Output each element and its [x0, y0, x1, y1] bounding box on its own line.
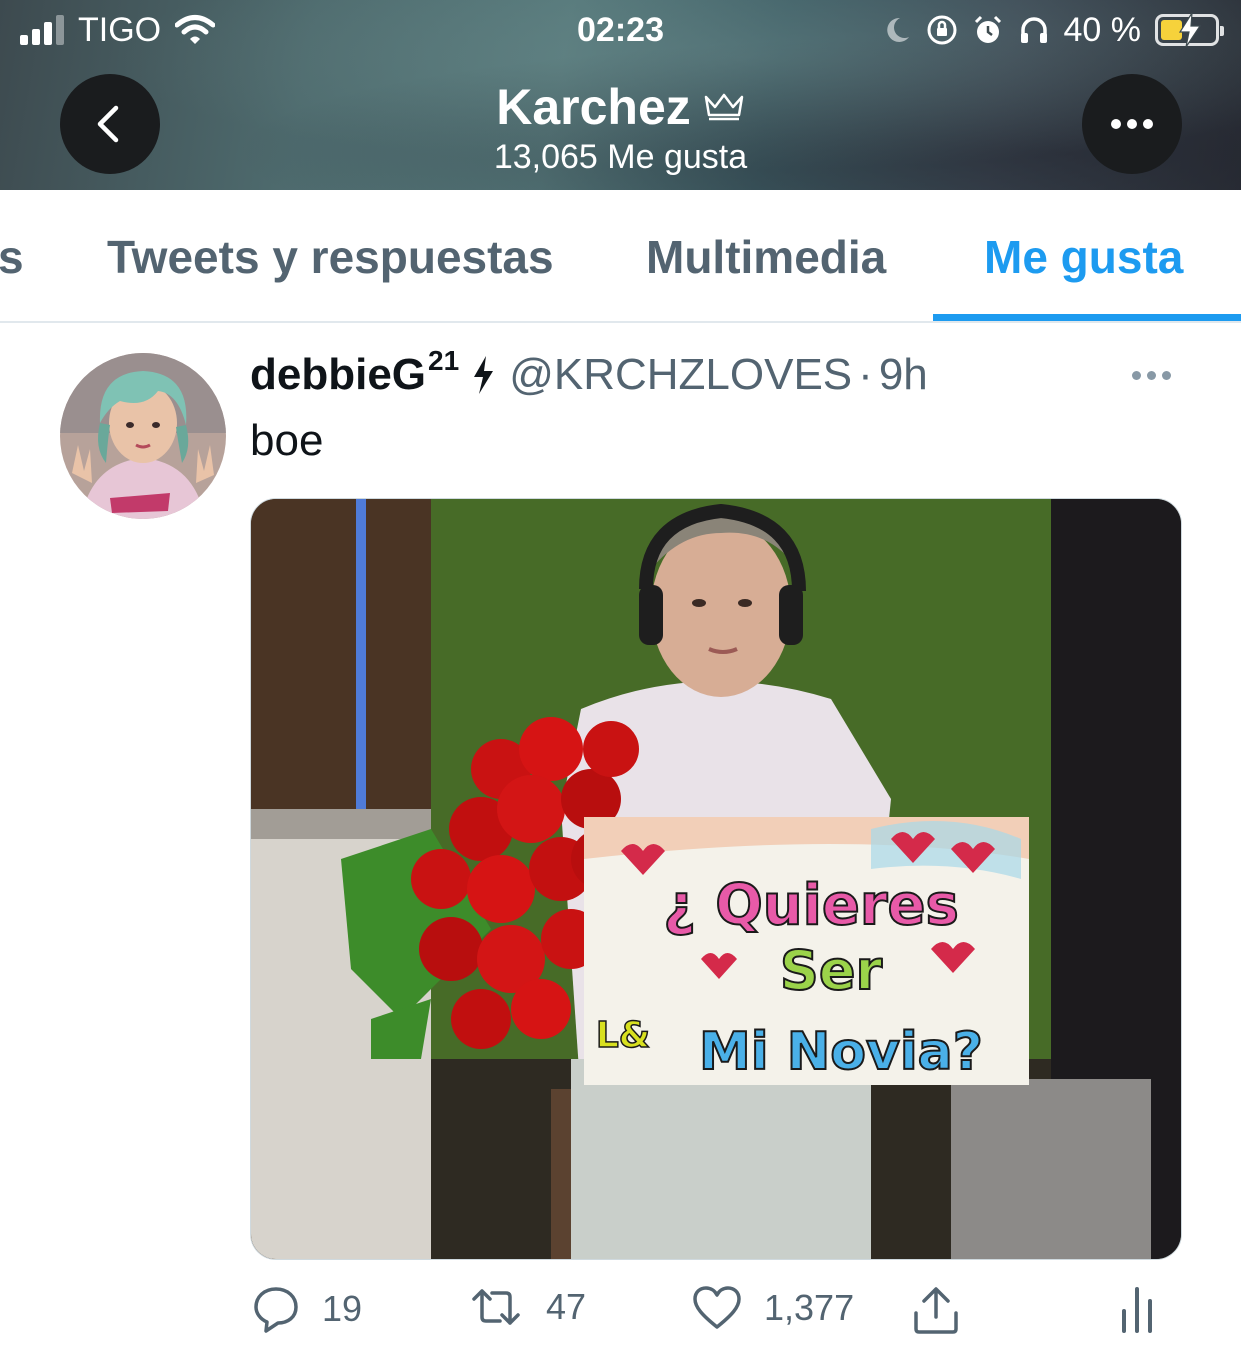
like-count: 1,377 — [764, 1287, 855, 1328]
profile-likes-count: 13,065 Me gusta — [493, 138, 748, 176]
profile-tabs: s Tweets y respuestas Multimedia Me gust… — [0, 190, 1241, 323]
profile-header: TIGO 02:23 40 % Karchez 13,065 Me gusta — [0, 0, 1241, 190]
share-button[interactable] — [912, 1285, 960, 1335]
headphones-icon — [1020, 17, 1047, 43]
battery-percent: 40 % — [1063, 10, 1142, 49]
tweet-separator: · — [858, 350, 873, 399]
profile-name: Karchez — [496, 79, 691, 135]
profile-title: Karchez 13,065 Me gusta — [0, 78, 1241, 177]
lightning-icon — [474, 356, 494, 394]
tweet-display-name-sup: 21 — [428, 345, 460, 376]
status-bar: TIGO 02:23 40 % — [0, 8, 1241, 52]
more-icon — [1111, 119, 1153, 129]
tab-likes[interactable]: Me gusta — [984, 230, 1183, 284]
moon-icon — [886, 17, 909, 42]
tweet-text: boe — [250, 416, 324, 465]
tweet-actions: 19 47 1,377 — [0, 1285, 1241, 1345]
tweet-more-button[interactable] — [1132, 362, 1178, 388]
tab-media[interactable]: Multimedia — [646, 230, 886, 284]
tweet-display-name[interactable]: debbieG — [250, 350, 426, 400]
crown-icon — [704, 93, 744, 121]
battery-icon — [1155, 13, 1224, 47]
tweet-header: debbieG 21 @KRCHZLOVES · 9h — [250, 345, 928, 400]
more-options-button[interactable] — [1082, 74, 1182, 174]
tweet-media-image[interactable]: ¿ Quieres Ser Mi Novia? L& — [250, 498, 1182, 1260]
like-button[interactable]: 1,377 — [692, 1285, 854, 1331]
sign-line-1: ¿ Quieres — [663, 873, 959, 938]
reply-button[interactable]: 19 — [252, 1285, 362, 1333]
tab-tweets[interactable]: s — [0, 230, 24, 284]
sign-corner: L& — [596, 1015, 650, 1056]
analytics-button[interactable] — [1120, 1285, 1154, 1333]
retweet-icon — [472, 1289, 520, 1325]
alarm-icon — [974, 15, 1001, 43]
active-tab-indicator — [933, 314, 1241, 321]
avatar[interactable] — [60, 353, 226, 519]
reply-count: 19 — [322, 1288, 363, 1329]
tweet-handle[interactable]: @KRCHZLOVES — [509, 350, 852, 400]
tweet-time[interactable]: 9h — [879, 350, 928, 400]
reply-icon — [254, 1287, 298, 1333]
retweet-count: 47 — [546, 1286, 587, 1327]
rotation-lock-icon — [927, 15, 956, 45]
share-icon — [914, 1287, 958, 1334]
heart-icon — [693, 1286, 741, 1329]
analytics-icon — [1122, 1287, 1152, 1333]
sign-line-3: Mi Novia? — [699, 1022, 983, 1082]
retweet-button[interactable]: 47 — [468, 1285, 586, 1329]
sign-line-2: Ser — [780, 939, 883, 1002]
tab-tweets-and-replies[interactable]: Tweets y respuestas — [107, 230, 554, 284]
